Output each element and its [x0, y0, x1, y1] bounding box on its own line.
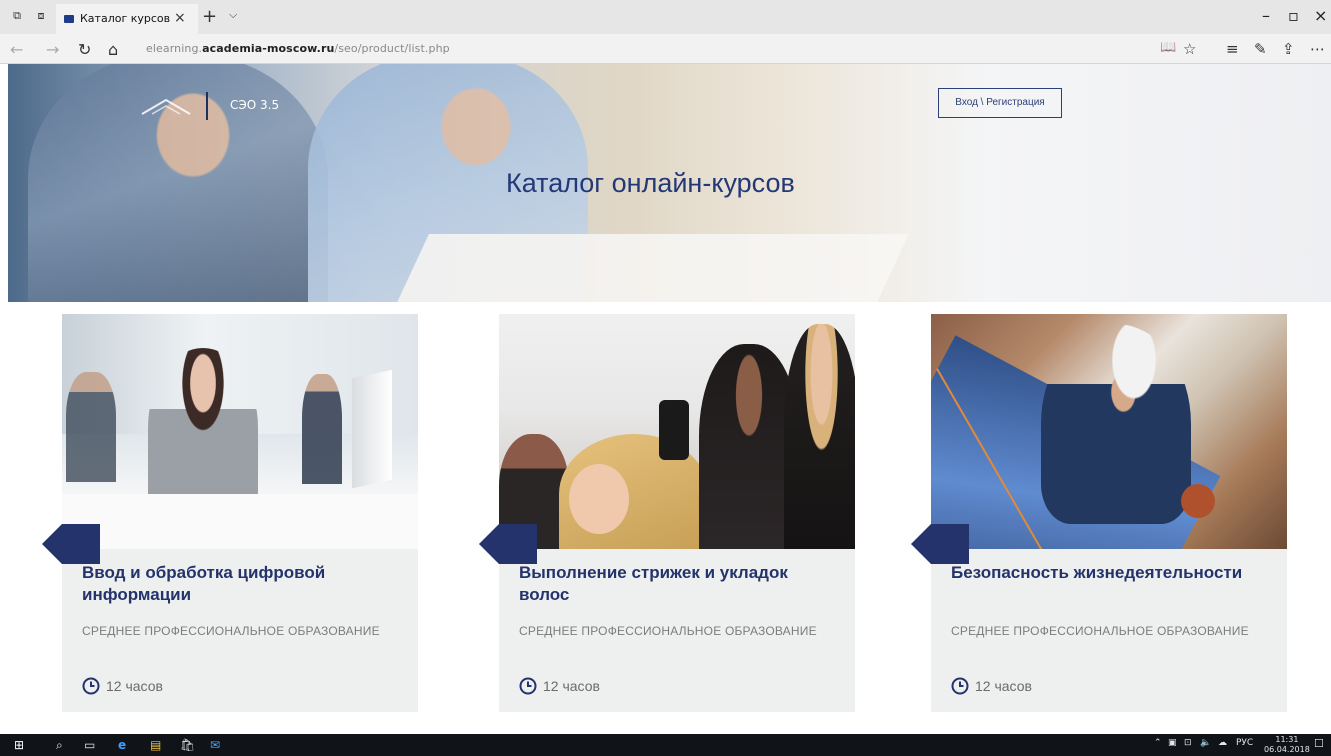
reading-view-icon[interactable]: 📖	[1160, 40, 1176, 55]
url-prefix: elearning.	[146, 42, 203, 55]
tray-app-icon[interactable]: ▣	[1168, 738, 1177, 748]
course-category: СРЕДНЕЕ ПРОФЕССИОНАЛЬНОЕ ОБРАЗОВАНИЕ	[951, 624, 1249, 638]
address-bar-row: ← → ↻ ⌂ elearning.academia-moscow.ru/seo…	[0, 34, 1331, 64]
tab-title: Каталог курсов	[80, 12, 171, 25]
course-category: СРЕДНЕЕ ПРОФЕССИОНАЛЬНОЕ ОБРАЗОВАНИЕ	[82, 624, 380, 638]
course-card[interactable]: Ввод и обработка цифровой информации СРЕ…	[42, 314, 418, 712]
course-title[interactable]: Выполнение стрижек и укладок волос	[519, 562, 839, 606]
course-duration-text: 12 часов	[543, 678, 600, 694]
url-domain: academia-moscow.ru	[202, 42, 335, 55]
course-duration-text: 12 часов	[975, 678, 1032, 694]
forward-icon[interactable]: →	[46, 40, 59, 59]
network-icon[interactable]: ⊡	[1184, 738, 1192, 748]
more-icon[interactable]: ⋯	[1310, 40, 1325, 58]
store-icon[interactable]: 🛍	[180, 737, 195, 753]
favorite-star-icon[interactable]: ☆	[1183, 40, 1196, 58]
course-duration: 12 часов	[82, 677, 163, 695]
course-card[interactable]: Выполнение стрижек и укладок волос СРЕДН…	[479, 314, 855, 712]
ribbon-flag-icon	[42, 524, 100, 564]
tray-chevron-up-icon[interactable]: ⌃	[1154, 738, 1162, 748]
clock-date: 06.04.2018	[1264, 745, 1310, 754]
course-duration: 12 часов	[951, 677, 1032, 695]
notes-pen-icon[interactable]: ✎	[1254, 40, 1267, 58]
course-image	[931, 314, 1287, 549]
windows-taskbar: ⊞ ⌕ ▭ e ▤ 🛍 ✉ ⌃ ▣ ⊡ 🔈 ☁ РУС 11:31 06.04.…	[0, 734, 1331, 756]
task-view-icon[interactable]: ▭	[84, 737, 95, 753]
notifications-icon[interactable]: ☐	[1314, 737, 1324, 750]
course-duration: 12 часов	[519, 677, 600, 695]
tray-cloud-icon[interactable]: ☁	[1218, 738, 1227, 748]
page-title: Каталог онлайн-курсов	[506, 168, 795, 198]
clock-icon	[519, 677, 537, 695]
clock-icon	[951, 677, 969, 695]
academia-logo-icon[interactable]	[138, 96, 194, 118]
clock-icon	[82, 677, 100, 695]
url-field[interactable]: elearning.academia-moscow.ru/seo/product…	[146, 42, 450, 55]
header-divider	[206, 92, 208, 120]
refresh-icon[interactable]: ↻	[78, 40, 91, 59]
outlook-icon[interactable]: ✉	[210, 737, 220, 753]
language-indicator[interactable]: РУС	[1236, 738, 1253, 748]
course-image	[499, 314, 855, 549]
course-duration-text: 12 часов	[106, 678, 163, 694]
course-category: СРЕДНЕЕ ПРОФЕССИОНАЛЬНОЕ ОБРАЗОВАНИЕ	[519, 624, 817, 638]
tab-preview-icon[interactable]: ⧉	[10, 10, 24, 22]
url-path: /seo/product/list.php	[334, 42, 450, 55]
volume-icon[interactable]: 🔈	[1200, 738, 1211, 748]
hero-banner: СЭО 3.5 Вход \ Регистрация Каталог онлай…	[8, 64, 1331, 302]
sdo-version-label[interactable]: СЭО 3.5	[230, 98, 279, 112]
set-aside-tabs-icon[interactable]: ⧈	[34, 10, 48, 22]
course-title[interactable]: Безопасность жизнедеятельности	[951, 562, 1271, 584]
ribbon-flag-icon	[479, 524, 537, 564]
clock-time: 11:31	[1275, 735, 1299, 744]
course-card[interactable]: Безопасность жизнедеятельности СРЕДНЕЕ П…	[911, 314, 1287, 712]
close-tab-icon[interactable]: ×	[174, 10, 186, 26]
browser-tab-bar: ⧉ ⧈ Каталог курсов × + ⌵ – ▫ ×	[0, 0, 1331, 34]
search-icon[interactable]: ⌕	[56, 737, 63, 753]
maximize-icon[interactable]: ▫	[1288, 6, 1299, 25]
close-window-icon[interactable]: ×	[1314, 6, 1327, 25]
share-icon[interactable]: ⇪	[1282, 40, 1295, 58]
back-icon[interactable]: ←	[10, 40, 23, 59]
course-title[interactable]: Ввод и обработка цифровой информации	[82, 562, 402, 606]
chevron-down-icon[interactable]: ⌵	[229, 8, 237, 22]
file-explorer-icon[interactable]: ▤	[150, 737, 161, 753]
ribbon-flag-icon	[911, 524, 969, 564]
home-icon[interactable]: ⌂	[108, 40, 118, 59]
course-image	[62, 314, 418, 549]
favicon-icon	[64, 15, 74, 23]
start-icon[interactable]: ⊞	[14, 737, 24, 753]
edge-browser-icon[interactable]: e	[118, 737, 126, 753]
browser-tab[interactable]: Каталог курсов ×	[56, 4, 198, 34]
login-register-button[interactable]: Вход \ Регистрация	[938, 88, 1062, 118]
system-clock[interactable]: 11:31 06.04.2018	[1264, 735, 1310, 755]
favorites-hub-icon[interactable]: ≡	[1226, 40, 1239, 58]
minimize-icon[interactable]: –	[1262, 6, 1270, 25]
new-tab-icon[interactable]: +	[202, 6, 217, 27]
